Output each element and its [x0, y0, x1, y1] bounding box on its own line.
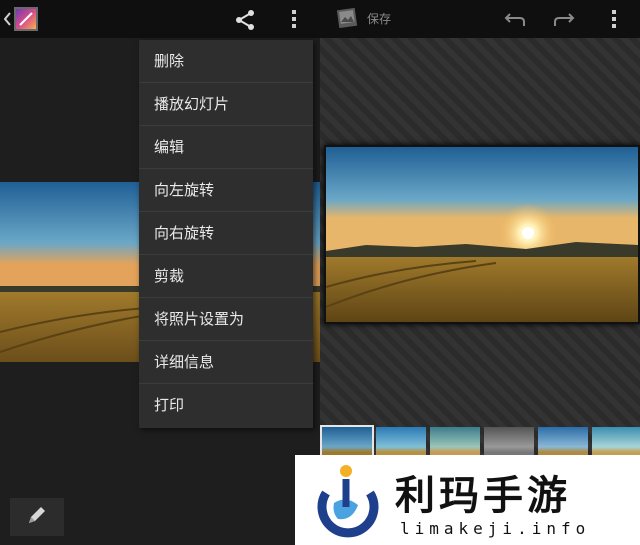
- redo-icon[interactable]: [551, 7, 577, 31]
- menu-item-rotate-left[interactable]: 向左旋转: [139, 169, 313, 212]
- menu-item-print[interactable]: 打印: [139, 384, 313, 427]
- menu-item-delete[interactable]: 删除: [139, 40, 313, 83]
- watermark-title: 利玛手游: [395, 473, 571, 519]
- watermark-logo-icon: [305, 463, 387, 539]
- pencil-icon: [26, 504, 48, 530]
- overflow-menu-icon[interactable]: [284, 8, 304, 30]
- overflow-menu-icon[interactable]: [604, 8, 624, 30]
- gallery-action-bar: [0, 0, 320, 38]
- menu-item-rotate-right[interactable]: 向右旋转: [139, 212, 313, 255]
- menu-item-set-picture-as[interactable]: 将照片设置为: [139, 298, 313, 341]
- overflow-menu: 删除 播放幻灯片 编辑 向左旋转 向右旋转 剪裁 将照片设置为 详细信息 打印: [139, 40, 313, 428]
- save-button[interactable]: 保存: [367, 10, 391, 27]
- watermark: 利玛手游 limakeji.info: [295, 455, 640, 545]
- editor-action-bar: 保存: [320, 0, 640, 38]
- editing-photo[interactable]: [324, 145, 640, 324]
- menu-item-details[interactable]: 详细信息: [139, 341, 313, 384]
- edit-button[interactable]: [10, 498, 64, 536]
- menu-item-crop[interactable]: 剪裁: [139, 255, 313, 298]
- menu-item-slideshow[interactable]: 播放幻灯片: [139, 83, 313, 126]
- menu-item-edit[interactable]: 编辑: [139, 126, 313, 169]
- gallery-app-icon[interactable]: [13, 6, 39, 32]
- photo-icon: [334, 6, 360, 32]
- undo-icon[interactable]: [502, 7, 528, 31]
- watermark-subtitle: limakeji.info: [400, 519, 591, 538]
- chevron-left-icon[interactable]: [3, 10, 13, 28]
- share-icon[interactable]: [232, 7, 258, 33]
